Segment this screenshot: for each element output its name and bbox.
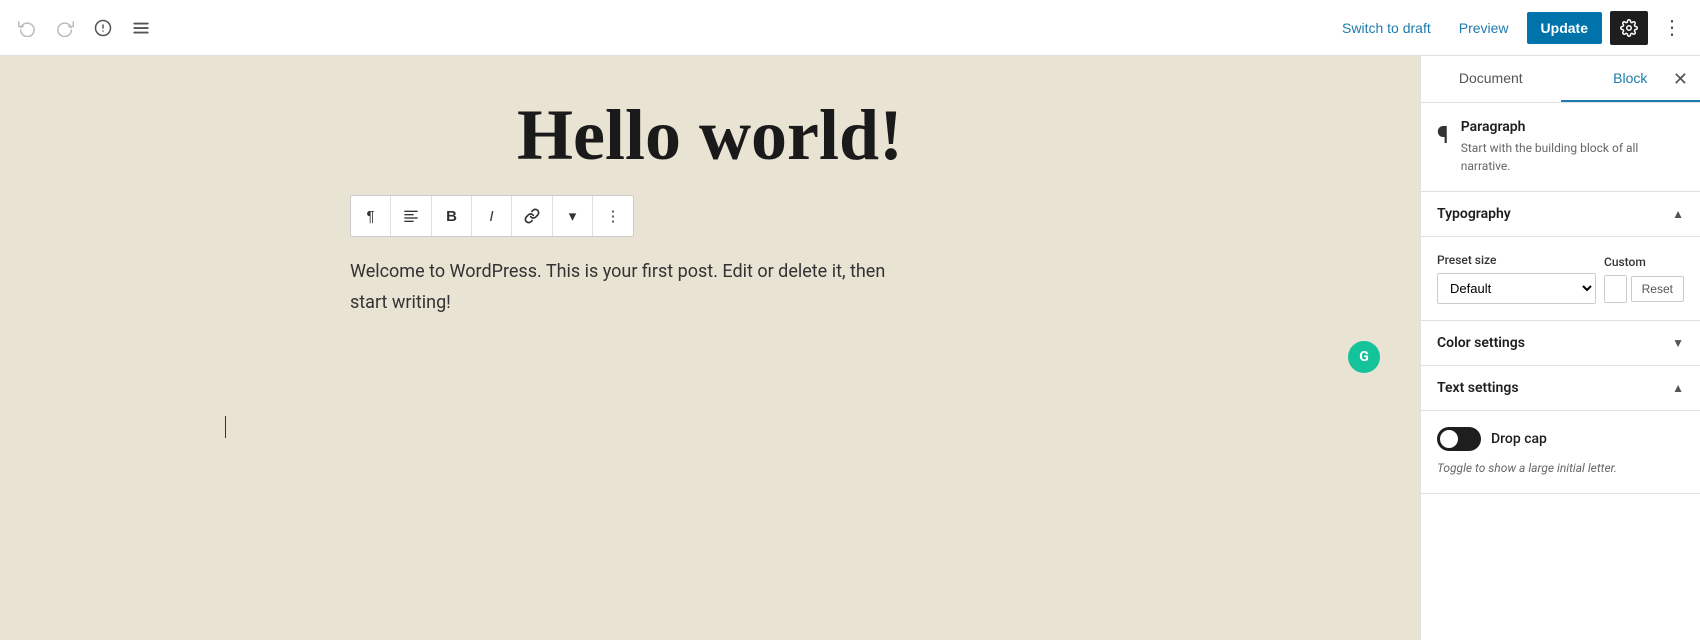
paragraph-button[interactable]: ¶ [351, 196, 391, 236]
block-description: Start with the building block of all nar… [1461, 139, 1684, 175]
custom-size-col: Custom ▲ ▼ Reset [1604, 255, 1684, 303]
sidebar-close-button[interactable]: ✕ [1669, 65, 1692, 94]
color-settings-label: Color settings [1437, 335, 1525, 351]
typography-accordion-header[interactable]: Typography ▲ [1421, 192, 1700, 237]
custom-input-wrapper: ▲ ▼ [1604, 275, 1627, 303]
drop-cap-hint: Toggle to show a large initial letter. [1437, 459, 1684, 477]
update-button[interactable]: Update [1527, 12, 1602, 44]
drop-cap-toggle[interactable] [1437, 427, 1481, 451]
post-title[interactable]: Hello world! [350, 96, 1070, 175]
text-cursor [225, 416, 226, 438]
text-settings-collapse-icon: ▲ [1672, 381, 1684, 395]
custom-size-input[interactable] [1605, 276, 1627, 302]
preset-size-col: Preset size Default Small Medium Large E… [1437, 253, 1596, 304]
grammarly-icon[interactable]: G [1348, 341, 1380, 373]
undo-button[interactable] [12, 13, 42, 43]
align-icon [403, 208, 419, 224]
post-body[interactable]: Welcome to WordPress. This is your first… [350, 257, 1070, 318]
more-options-button[interactable]: ⋮ [1656, 9, 1688, 46]
text-settings-content: Drop cap Toggle to show a large initial … [1421, 411, 1700, 494]
switch-to-draft-button[interactable]: Switch to draft [1332, 14, 1441, 42]
reset-button[interactable]: Reset [1631, 276, 1684, 302]
align-button[interactable] [391, 196, 432, 236]
editor-canvas[interactable]: Hello world! ¶ B I [0, 56, 1420, 640]
typography-content: Preset size Default Small Medium Large E… [1421, 237, 1700, 321]
top-bar-left [12, 13, 156, 43]
post-body-text: Welcome to WordPress. This is your first… [350, 257, 1070, 318]
paragraph-icon: ¶ [366, 208, 374, 225]
right-sidebar: Document Block ✕ ¶ Paragraph Start with … [1420, 56, 1700, 640]
preview-button[interactable]: Preview [1449, 14, 1519, 42]
block-details: Paragraph Start with the building block … [1461, 119, 1684, 175]
sidebar-content: ¶ Paragraph Start with the building bloc… [1421, 103, 1700, 640]
typography-controls-row: Preset size Default Small Medium Large E… [1437, 253, 1684, 304]
color-settings-accordion-header[interactable]: Color settings ▼ [1421, 321, 1700, 366]
info-button[interactable] [88, 13, 118, 43]
link-button[interactable] [512, 196, 553, 236]
main-area: Hello world! ¶ B I [0, 56, 1700, 640]
color-settings-expand-icon: ▼ [1672, 336, 1684, 350]
bold-button[interactable]: B [432, 196, 472, 236]
tab-document[interactable]: Document [1421, 56, 1561, 102]
preset-size-label: Preset size [1437, 253, 1596, 267]
block-info-section: ¶ Paragraph Start with the building bloc… [1421, 103, 1700, 192]
custom-label: Custom [1604, 255, 1684, 269]
drop-cap-row: Drop cap [1437, 427, 1684, 451]
drop-cap-label: Drop cap [1491, 431, 1547, 447]
text-settings-accordion-header[interactable]: Text settings ▲ [1421, 366, 1700, 411]
link-icon [524, 208, 540, 224]
top-bar-right: Switch to draft Preview Update ⋮ [1332, 9, 1688, 46]
format-toolbar: ¶ B I ▾ [350, 195, 634, 237]
settings-button[interactable] [1610, 11, 1648, 45]
typography-label: Typography [1437, 206, 1511, 222]
italic-button[interactable]: I [472, 196, 512, 236]
block-title: Paragraph [1461, 119, 1684, 135]
list-view-button[interactable] [126, 13, 156, 43]
preset-size-select[interactable]: Default Small Medium Large Extra Large [1437, 273, 1596, 304]
block-type-icon: ¶ [1437, 121, 1449, 149]
top-bar: Switch to draft Preview Update ⋮ [0, 0, 1700, 56]
redo-button[interactable] [50, 13, 80, 43]
block-info: ¶ Paragraph Start with the building bloc… [1437, 119, 1684, 175]
editor-content: Hello world! ¶ B I [350, 96, 1070, 318]
block-options-button[interactable]: ⋮ [593, 196, 633, 236]
typography-collapse-icon: ▲ [1672, 207, 1684, 221]
sidebar-tabs: Document Block ✕ [1421, 56, 1700, 103]
text-settings-label: Text settings [1437, 380, 1519, 396]
more-rich-options-button[interactable]: ▾ [553, 196, 593, 236]
